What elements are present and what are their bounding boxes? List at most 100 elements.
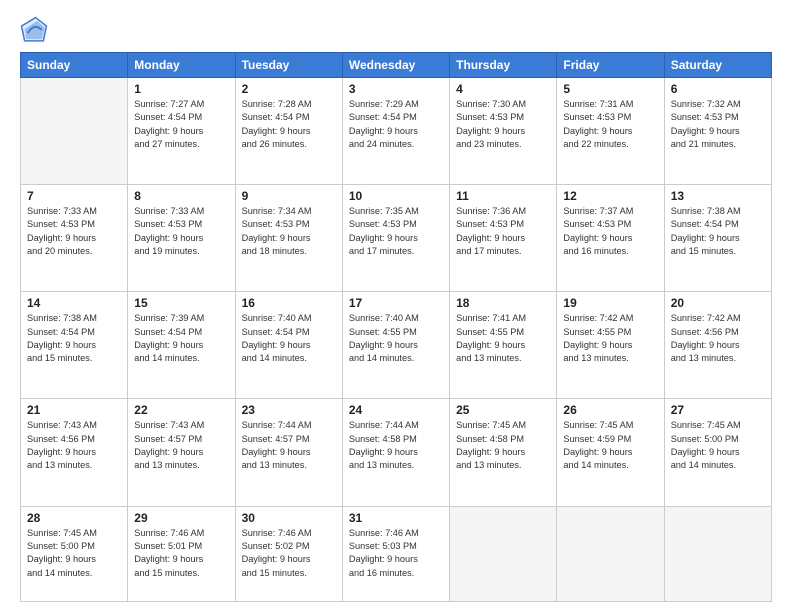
logo-icon	[20, 16, 48, 44]
weekday-header-row: SundayMondayTuesdayWednesdayThursdayFrid…	[21, 53, 772, 78]
day-cell: 1 Sunrise: 7:27 AM Sunset: 4:54 PM Daylig…	[128, 78, 235, 185]
day-number: 19	[563, 296, 657, 310]
day-number: 26	[563, 403, 657, 417]
day-number: 15	[134, 296, 228, 310]
page: SundayMondayTuesdayWednesdayThursdayFrid…	[0, 0, 792, 612]
day-number: 4	[456, 82, 550, 96]
day-cell: 5Sunrise: 7:31 AM Sunset: 4:53 PM Daylig…	[557, 78, 664, 185]
day-number: 13	[671, 189, 765, 203]
day-number: 23	[242, 403, 336, 417]
day-cell: 20Sunrise: 7:42 AM Sunset: 4:56 PM Dayli…	[664, 292, 771, 399]
day-cell: 8 Sunrise: 7:33 AM Sunset: 4:53 PM Daylig…	[128, 185, 235, 292]
day-info: Sunrise: 7:45 AM Sunset: 5:00 PM Dayligh…	[27, 527, 121, 580]
day-number: 3	[349, 82, 443, 96]
day-cell	[664, 506, 771, 601]
day-cell: 25 Sunrise: 7:45 AM Sunset: 4:58 PM Dayli…	[450, 399, 557, 506]
header	[20, 16, 772, 44]
calendar-table: SundayMondayTuesdayWednesdayThursdayFrid…	[20, 52, 772, 602]
day-number: 24	[349, 403, 443, 417]
day-number: 21	[27, 403, 121, 417]
day-cell: 22 Sunrise: 7:43 AM Sunset: 4:57 PM Dayli…	[128, 399, 235, 506]
day-cell	[450, 506, 557, 601]
day-cell	[557, 506, 664, 601]
day-number: 8	[134, 189, 228, 203]
day-info: Sunrise: 7:45 AM Sunset: 4:59 PM Dayligh…	[563, 419, 657, 472]
week-row-5: 28 Sunrise: 7:45 AM Sunset: 5:00 PM Dayli…	[21, 506, 772, 601]
day-cell: 3 Sunrise: 7:29 AM Sunset: 4:54 PM Daylig…	[342, 78, 449, 185]
day-info: Sunrise: 7:33 AM Sunset: 4:53 PM Dayligh…	[27, 205, 121, 258]
day-cell: 24 Sunrise: 7:44 AM Sunset: 4:58 PM Dayli…	[342, 399, 449, 506]
day-info: Sunrise: 7:46 AM Sunset: 5:02 PM Dayligh…	[242, 527, 336, 580]
day-info: Sunrise: 7:42 AM Sunset: 4:56 PM Dayligh…	[671, 312, 765, 365]
day-info: Sunrise: 7:33 AM Sunset: 4:53 PM Dayligh…	[134, 205, 228, 258]
day-info: Sunrise: 7:42 AM Sunset: 4:55 PM Dayligh…	[563, 312, 657, 365]
weekday-header-friday: Friday	[557, 53, 664, 78]
day-cell: 19 Sunrise: 7:42 AM Sunset: 4:55 PM Dayli…	[557, 292, 664, 399]
week-row-4: 21 Sunrise: 7:43 AM Sunset: 4:56 PM Dayli…	[21, 399, 772, 506]
weekday-header-tuesday: Tuesday	[235, 53, 342, 78]
day-cell: 4 Sunrise: 7:30 AM Sunset: 4:53 PM Daylig…	[450, 78, 557, 185]
day-cell: 30 Sunrise: 7:46 AM Sunset: 5:02 PM Dayli…	[235, 506, 342, 601]
day-info: Sunrise: 7:37 AM Sunset: 4:53 PM Dayligh…	[563, 205, 657, 258]
day-cell: 13 Sunrise: 7:38 AM Sunset: 4:54 PM Dayli…	[664, 185, 771, 292]
weekday-header-wednesday: Wednesday	[342, 53, 449, 78]
day-info: Sunrise: 7:46 AM Sunset: 5:01 PM Dayligh…	[134, 527, 228, 580]
day-info: Sunrise: 7:36 AM Sunset: 4:53 PM Dayligh…	[456, 205, 550, 258]
day-cell: 15 Sunrise: 7:39 AM Sunset: 4:54 PM Dayli…	[128, 292, 235, 399]
day-info: Sunrise: 7:44 AM Sunset: 4:58 PM Dayligh…	[349, 419, 443, 472]
weekday-header-thursday: Thursday	[450, 53, 557, 78]
day-number: 25	[456, 403, 550, 417]
day-cell: 23Sunrise: 7:44 AM Sunset: 4:57 PM Dayli…	[235, 399, 342, 506]
day-info: Sunrise: 7:39 AM Sunset: 4:54 PM Dayligh…	[134, 312, 228, 365]
day-cell: 9Sunrise: 7:34 AM Sunset: 4:53 PM Daylig…	[235, 185, 342, 292]
day-info: Sunrise: 7:30 AM Sunset: 4:53 PM Dayligh…	[456, 98, 550, 151]
day-number: 28	[27, 511, 121, 525]
day-info: Sunrise: 7:41 AM Sunset: 4:55 PM Dayligh…	[456, 312, 550, 365]
day-info: Sunrise: 7:28 AM Sunset: 4:54 PM Dayligh…	[242, 98, 336, 151]
day-cell: 7Sunrise: 7:33 AM Sunset: 4:53 PM Daylig…	[21, 185, 128, 292]
day-number: 6	[671, 82, 765, 96]
weekday-header-saturday: Saturday	[664, 53, 771, 78]
day-number: 10	[349, 189, 443, 203]
week-row-1: 1 Sunrise: 7:27 AM Sunset: 4:54 PM Daylig…	[21, 78, 772, 185]
day-info: Sunrise: 7:43 AM Sunset: 4:56 PM Dayligh…	[27, 419, 121, 472]
day-info: Sunrise: 7:32 AM Sunset: 4:53 PM Dayligh…	[671, 98, 765, 151]
day-number: 1	[134, 82, 228, 96]
day-cell	[21, 78, 128, 185]
day-number: 22	[134, 403, 228, 417]
day-cell: 26 Sunrise: 7:45 AM Sunset: 4:59 PM Dayli…	[557, 399, 664, 506]
day-number: 11	[456, 189, 550, 203]
day-cell: 12 Sunrise: 7:37 AM Sunset: 4:53 PM Dayli…	[557, 185, 664, 292]
day-cell: 16Sunrise: 7:40 AM Sunset: 4:54 PM Dayli…	[235, 292, 342, 399]
day-cell: 6 Sunrise: 7:32 AM Sunset: 4:53 PM Daylig…	[664, 78, 771, 185]
day-cell: 28 Sunrise: 7:45 AM Sunset: 5:00 PM Dayli…	[21, 506, 128, 601]
day-cell: 11 Sunrise: 7:36 AM Sunset: 4:53 PM Dayli…	[450, 185, 557, 292]
day-cell: 17Sunrise: 7:40 AM Sunset: 4:55 PM Dayli…	[342, 292, 449, 399]
day-info: Sunrise: 7:27 AM Sunset: 4:54 PM Dayligh…	[134, 98, 228, 151]
day-info: Sunrise: 7:38 AM Sunset: 4:54 PM Dayligh…	[27, 312, 121, 365]
day-info: Sunrise: 7:29 AM Sunset: 4:54 PM Dayligh…	[349, 98, 443, 151]
week-row-3: 14Sunrise: 7:38 AM Sunset: 4:54 PM Dayli…	[21, 292, 772, 399]
day-cell: 21 Sunrise: 7:43 AM Sunset: 4:56 PM Dayli…	[21, 399, 128, 506]
day-cell: 10 Sunrise: 7:35 AM Sunset: 4:53 PM Dayli…	[342, 185, 449, 292]
day-info: Sunrise: 7:38 AM Sunset: 4:54 PM Dayligh…	[671, 205, 765, 258]
day-cell: 14Sunrise: 7:38 AM Sunset: 4:54 PM Dayli…	[21, 292, 128, 399]
weekday-header-monday: Monday	[128, 53, 235, 78]
day-cell: 2 Sunrise: 7:28 AM Sunset: 4:54 PM Daylig…	[235, 78, 342, 185]
day-number: 16	[242, 296, 336, 310]
weekday-header-sunday: Sunday	[21, 53, 128, 78]
day-number: 30	[242, 511, 336, 525]
day-number: 2	[242, 82, 336, 96]
logo	[20, 16, 52, 44]
day-info: Sunrise: 7:35 AM Sunset: 4:53 PM Dayligh…	[349, 205, 443, 258]
day-cell: 27Sunrise: 7:45 AM Sunset: 5:00 PM Dayli…	[664, 399, 771, 506]
day-info: Sunrise: 7:34 AM Sunset: 4:53 PM Dayligh…	[242, 205, 336, 258]
day-info: Sunrise: 7:45 AM Sunset: 4:58 PM Dayligh…	[456, 419, 550, 472]
day-cell: 31Sunrise: 7:46 AM Sunset: 5:03 PM Dayli…	[342, 506, 449, 601]
day-info: Sunrise: 7:40 AM Sunset: 4:55 PM Dayligh…	[349, 312, 443, 365]
day-info: Sunrise: 7:43 AM Sunset: 4:57 PM Dayligh…	[134, 419, 228, 472]
week-row-2: 7Sunrise: 7:33 AM Sunset: 4:53 PM Daylig…	[21, 185, 772, 292]
day-info: Sunrise: 7:45 AM Sunset: 5:00 PM Dayligh…	[671, 419, 765, 472]
day-cell: 18Sunrise: 7:41 AM Sunset: 4:55 PM Dayli…	[450, 292, 557, 399]
day-number: 12	[563, 189, 657, 203]
